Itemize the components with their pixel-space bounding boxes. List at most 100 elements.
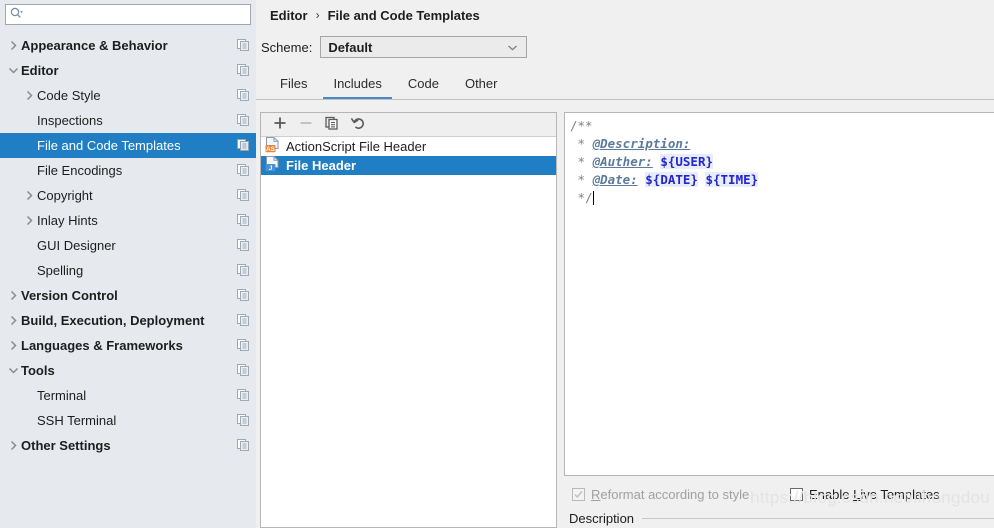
sidebar-item-label: Appearance & Behavior: [21, 38, 168, 53]
copy-settings-icon[interactable]: [237, 39, 250, 52]
copy-settings-icon[interactable]: [237, 139, 250, 152]
settings-dialog: Appearance & Behavior Editor Code Style Ins…: [0, 0, 994, 528]
sidebar-item-label: Spelling: [37, 263, 84, 278]
list-item[interactable]: J File Header: [261, 156, 556, 175]
sidebar-item-languages-frameworks[interactable]: Languages & Frameworks: [0, 333, 256, 358]
sidebar-item-file-encodings[interactable]: File Encodings: [0, 158, 256, 183]
reformat-checkbox-box: [572, 487, 585, 501]
scheme-row: Scheme: Default: [256, 30, 994, 64]
tab-other[interactable]: Other: [455, 71, 508, 99]
template-variable: ${DATE}: [645, 172, 698, 187]
remove-template-button: [293, 114, 319, 136]
settings-sidebar: Appearance & Behavior Editor Code Style Ins…: [0, 0, 256, 528]
sidebar-item-ssh-terminal[interactable]: SSH Terminal: [0, 408, 256, 433]
breadcrumb-root[interactable]: Editor: [270, 8, 308, 23]
template-variable: ${USER}: [660, 154, 714, 169]
list-item[interactable]: AS ActionScript File Header: [261, 137, 556, 156]
template-editor-pane: /** * @Description: * @Auther: ${USER} *…: [564, 112, 994, 528]
scheme-dropdown[interactable]: Default: [320, 36, 528, 58]
copy-settings-icon[interactable]: [237, 389, 250, 402]
sidebar-item-label: Inlay Hints: [37, 213, 98, 228]
copy-settings-icon[interactable]: [237, 364, 250, 377]
tab-files[interactable]: Files: [270, 71, 317, 99]
description-separator: [642, 517, 994, 519]
sidebar-item-label: Languages & Frameworks: [21, 338, 183, 353]
enable-live-templates-checkbox[interactable]: Enable Live Templates: [790, 487, 940, 502]
copy-settings-icon[interactable]: [237, 414, 250, 427]
sidebar-item-other-settings[interactable]: Other Settings: [0, 433, 256, 458]
breadcrumb: Editor › File and Code Templates: [256, 0, 994, 24]
sidebar-item-build-execution-deployment[interactable]: Build, Execution, Deployment: [0, 308, 256, 333]
template-code-editor[interactable]: /** * @Description: * @Auther: ${USER} *…: [564, 112, 994, 476]
svg-text:J: J: [269, 165, 273, 172]
comment-text: /**: [570, 118, 593, 133]
copy-settings-icon[interactable]: [237, 264, 250, 277]
sidebar-item-label: File and Code Templates: [37, 138, 181, 153]
template-list[interactable]: AS ActionScript File Header J File Header: [261, 137, 556, 527]
copy-settings-icon[interactable]: [237, 189, 250, 202]
sidebar-item-inspections[interactable]: Inspections: [0, 108, 256, 133]
copy-icon: [325, 116, 339, 133]
copy-settings-icon[interactable]: [237, 439, 250, 452]
sidebar-item-label: Editor: [21, 63, 59, 78]
file-template-icon: J: [265, 156, 281, 175]
chevron-right-icon[interactable]: [6, 340, 21, 351]
reset-template-button[interactable]: [345, 114, 371, 136]
sidebar-item-terminal[interactable]: Terminal: [0, 383, 256, 408]
tab-includes[interactable]: Includes: [323, 71, 392, 99]
settings-content: Editor › File and Code Templates Scheme:…: [256, 0, 994, 528]
chevron-down-icon[interactable]: [6, 66, 21, 75]
javadoc-tag: @Description:: [592, 136, 691, 151]
copy-template-button[interactable]: [319, 114, 345, 136]
copy-settings-icon[interactable]: [237, 314, 250, 327]
code-line: * @Date: ${DATE} ${TIME}: [570, 171, 994, 189]
copy-settings-icon[interactable]: [237, 89, 250, 102]
template-name: File Header: [286, 158, 357, 173]
sidebar-item-tools[interactable]: Tools: [0, 358, 256, 383]
copy-settings-icon[interactable]: [237, 64, 250, 77]
chevron-right-icon[interactable]: [22, 215, 37, 226]
chevron-down-icon[interactable]: [6, 366, 21, 375]
sidebar-item-spelling[interactable]: Spelling: [0, 258, 256, 283]
chevron-right-icon[interactable]: [6, 40, 21, 51]
sidebar-item-inlay-hints[interactable]: Inlay Hints: [0, 208, 256, 233]
chevron-right-icon[interactable]: [6, 315, 21, 326]
comment-text: *: [570, 154, 593, 169]
add-template-button[interactable]: [267, 114, 293, 136]
code-line: * @Auther: ${USER}: [570, 153, 994, 171]
sidebar-item-code-style[interactable]: Code Style: [0, 83, 256, 108]
settings-search-box[interactable]: [5, 4, 251, 25]
chevron-right-icon[interactable]: [22, 90, 37, 101]
tab-code[interactable]: Code: [398, 71, 449, 99]
live-templates-checkbox-box[interactable]: [790, 487, 803, 501]
description-label: Description: [569, 510, 635, 526]
sidebar-item-copyright[interactable]: Copyright: [0, 183, 256, 208]
copy-settings-icon[interactable]: [237, 339, 250, 352]
sidebar-item-label: Terminal: [37, 388, 87, 403]
file-template-icon: AS: [265, 137, 281, 156]
template-variable: ${TIME}: [705, 172, 759, 187]
copy-settings-icon[interactable]: [237, 164, 250, 177]
search-input[interactable]: [23, 6, 246, 23]
copy-settings-icon[interactable]: [237, 289, 250, 302]
breadcrumb-current: File and Code Templates: [327, 7, 480, 23]
reformat-checkbox-label: Reformat according to style: [591, 486, 750, 502]
sidebar-item-label: GUI Designer: [37, 238, 116, 253]
reformat-according-to-style-checkbox: Reformat according to style: [564, 487, 764, 502]
comment-text: */: [570, 190, 593, 205]
copy-settings-icon[interactable]: [237, 214, 250, 227]
copy-settings-icon[interactable]: [237, 114, 250, 127]
settings-tree: Appearance & Behavior Editor Code Style Ins…: [0, 30, 256, 528]
sidebar-item-label: Other Settings: [21, 438, 111, 453]
sidebar-item-version-control[interactable]: Version Control: [0, 283, 256, 308]
code-line: /**: [570, 117, 994, 135]
sidebar-item-file-and-code-templates[interactable]: File and Code Templates: [0, 133, 256, 158]
template-tabs: Files Includes Code Other: [256, 71, 994, 100]
chevron-right-icon[interactable]: [6, 290, 21, 301]
chevron-right-icon[interactable]: [22, 190, 37, 201]
copy-settings-icon[interactable]: [237, 239, 250, 252]
chevron-right-icon[interactable]: [6, 440, 21, 451]
sidebar-item-gui-designer[interactable]: GUI Designer: [0, 233, 256, 258]
sidebar-item-appearance-behavior[interactable]: Appearance & Behavior: [0, 33, 256, 58]
sidebar-item-editor[interactable]: Editor: [0, 58, 256, 83]
